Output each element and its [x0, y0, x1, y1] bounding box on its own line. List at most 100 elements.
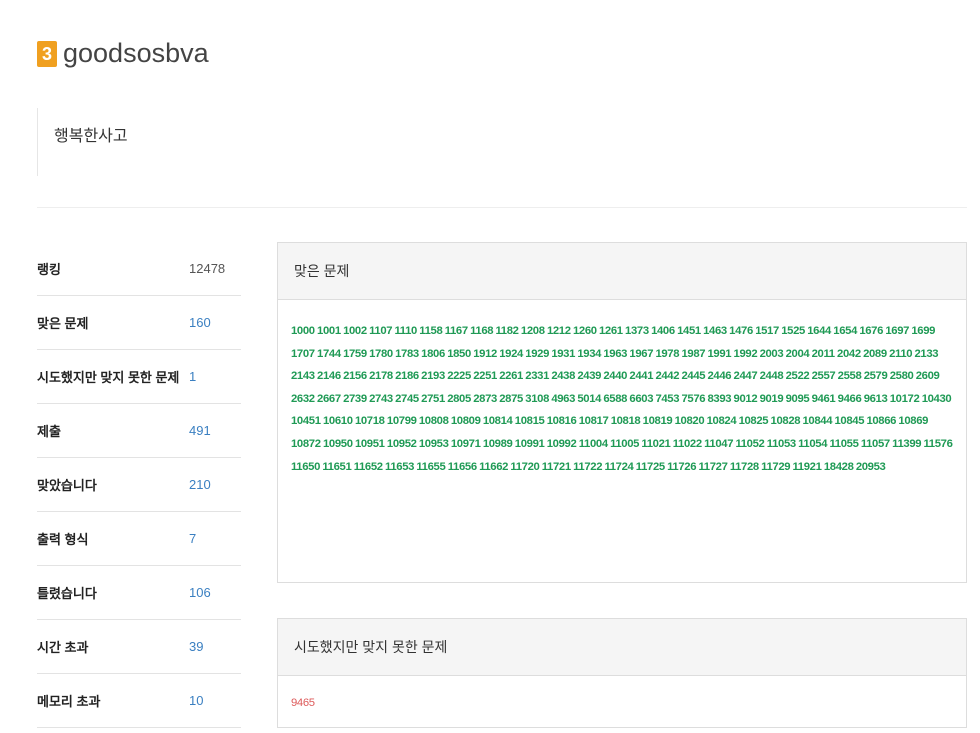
- problem-link[interactable]: 1107: [369, 325, 392, 337]
- problem-link[interactable]: 10819: [643, 415, 673, 427]
- problem-link[interactable]: 1744: [317, 348, 341, 360]
- problem-link[interactable]: 2156: [343, 370, 367, 382]
- problem-link[interactable]: 11724: [604, 461, 633, 473]
- problem-link[interactable]: 1967: [629, 348, 653, 360]
- problem-link[interactable]: 10866: [866, 415, 896, 427]
- problem-link[interactable]: 2193: [421, 370, 445, 382]
- problem-link[interactable]: 10952: [387, 438, 417, 450]
- problem-link[interactable]: 9019: [760, 393, 784, 405]
- problem-link[interactable]: 10817: [579, 415, 609, 427]
- problem-link[interactable]: 10172: [890, 393, 920, 405]
- problem-link[interactable]: 10825: [739, 415, 769, 427]
- problem-link[interactable]: 2745: [395, 393, 419, 405]
- problem-link[interactable]: 2751: [421, 393, 445, 405]
- problem-link[interactable]: 11729: [761, 461, 790, 473]
- problem-link[interactable]: 2667: [317, 393, 341, 405]
- problem-link[interactable]: 11651: [322, 461, 351, 473]
- problem-link[interactable]: 2441: [629, 370, 653, 382]
- problem-link[interactable]: 11057: [861, 438, 890, 450]
- problem-link[interactable]: 20953: [856, 461, 886, 473]
- problem-link[interactable]: 1208: [521, 325, 545, 337]
- problem-link[interactable]: 9461: [812, 393, 836, 405]
- problem-link[interactable]: 11656: [448, 461, 477, 473]
- problem-link[interactable]: 2440: [603, 370, 627, 382]
- problem-link[interactable]: 1182: [496, 325, 519, 337]
- problem-link[interactable]: 2146: [317, 370, 341, 382]
- problem-link[interactable]: 1463: [703, 325, 727, 337]
- problem-link[interactable]: 10814: [483, 415, 513, 427]
- problem-link[interactable]: 10869: [898, 415, 928, 427]
- problem-link[interactable]: 5014: [577, 393, 601, 405]
- problem-link[interactable]: 4963: [551, 393, 575, 405]
- problem-link[interactable]: 2743: [369, 393, 393, 405]
- problem-link[interactable]: 11662: [479, 461, 508, 473]
- problem-link[interactable]: 10816: [547, 415, 577, 427]
- stat-value[interactable]: 10: [188, 673, 241, 728]
- problem-link[interactable]: 10950: [323, 438, 353, 450]
- problem-link[interactable]: 10872: [291, 438, 321, 450]
- problem-link[interactable]: 1654: [833, 325, 857, 337]
- problem-link[interactable]: 1476: [729, 325, 753, 337]
- problem-link[interactable]: 2522: [786, 370, 810, 382]
- problem-link[interactable]: 1783: [395, 348, 419, 360]
- problem-link[interactable]: 1261: [599, 325, 623, 337]
- problem-link[interactable]: 2442: [655, 370, 679, 382]
- problem-link[interactable]: 1931: [551, 348, 575, 360]
- problem-link[interactable]: 11052: [735, 438, 764, 450]
- problem-link[interactable]: 2873: [473, 393, 497, 405]
- problem-link[interactable]: 11004: [579, 438, 608, 450]
- problem-link[interactable]: 1260: [573, 325, 597, 337]
- problem-link[interactable]: 1987: [681, 348, 705, 360]
- problem-link[interactable]: 10809: [451, 415, 481, 427]
- problem-link[interactable]: 11652: [354, 461, 383, 473]
- problem-link[interactable]: 2739: [343, 393, 367, 405]
- problem-link[interactable]: 11005: [610, 438, 639, 450]
- problem-link[interactable]: 2805: [447, 393, 471, 405]
- problem-link[interactable]: 2261: [499, 370, 523, 382]
- problem-link[interactable]: 1451: [677, 325, 701, 337]
- problem-link[interactable]: 2557: [812, 370, 836, 382]
- stat-value[interactable]: 210: [188, 457, 241, 512]
- problem-link[interactable]: 1644: [807, 325, 831, 337]
- problem-link[interactable]: 11653: [385, 461, 414, 473]
- problem-link[interactable]: 2331: [525, 370, 549, 382]
- problem-link[interactable]: 2003: [760, 348, 784, 360]
- problem-link[interactable]: 2875: [499, 393, 523, 405]
- problem-link[interactable]: 2143: [291, 370, 315, 382]
- problem-link[interactable]: 1517: [755, 325, 779, 337]
- problem-link[interactable]: 2446: [708, 370, 732, 382]
- problem-link[interactable]: 9466: [838, 393, 862, 405]
- problem-link[interactable]: 11728: [730, 461, 759, 473]
- problem-link[interactable]: 11727: [698, 461, 727, 473]
- problem-link[interactable]: 9613: [864, 393, 888, 405]
- problem-link[interactable]: 1991: [708, 348, 732, 360]
- problem-link[interactable]: 10818: [611, 415, 641, 427]
- problem-link[interactable]: 10820: [675, 415, 705, 427]
- problem-link[interactable]: 9012: [734, 393, 758, 405]
- problem-link[interactable]: 11655: [416, 461, 445, 473]
- problem-link[interactable]: 10953: [419, 438, 449, 450]
- problem-link[interactable]: 10430: [922, 393, 952, 405]
- problem-link[interactable]: 11721: [542, 461, 571, 473]
- problem-link[interactable]: 10951: [355, 438, 385, 450]
- stat-value[interactable]: 1: [188, 349, 241, 404]
- problem-link[interactable]: 1373: [625, 325, 649, 337]
- problem-link[interactable]: 2251: [473, 370, 497, 382]
- problem-link[interactable]: 11650: [291, 461, 320, 473]
- problem-link[interactable]: 10451: [291, 415, 321, 427]
- problem-link[interactable]: 2133: [915, 348, 939, 360]
- problem-link[interactable]: 1978: [655, 348, 679, 360]
- problem-link[interactable]: 1167: [445, 325, 468, 337]
- problem-link[interactable]: 2580: [890, 370, 914, 382]
- problem-link[interactable]: 11053: [767, 438, 796, 450]
- problem-link[interactable]: 1002: [343, 325, 367, 337]
- problem-link[interactable]: 1110: [395, 325, 418, 337]
- problem-link[interactable]: 11921: [793, 461, 822, 473]
- problem-link[interactable]: 11720: [510, 461, 539, 473]
- problem-link[interactable]: 11576: [924, 438, 953, 450]
- problem-link[interactable]: 1912: [473, 348, 497, 360]
- problem-link[interactable]: 11021: [641, 438, 670, 450]
- problem-link[interactable]: 18428: [824, 461, 854, 473]
- problem-link[interactable]: 2439: [577, 370, 601, 382]
- problem-link[interactable]: 6588: [603, 393, 627, 405]
